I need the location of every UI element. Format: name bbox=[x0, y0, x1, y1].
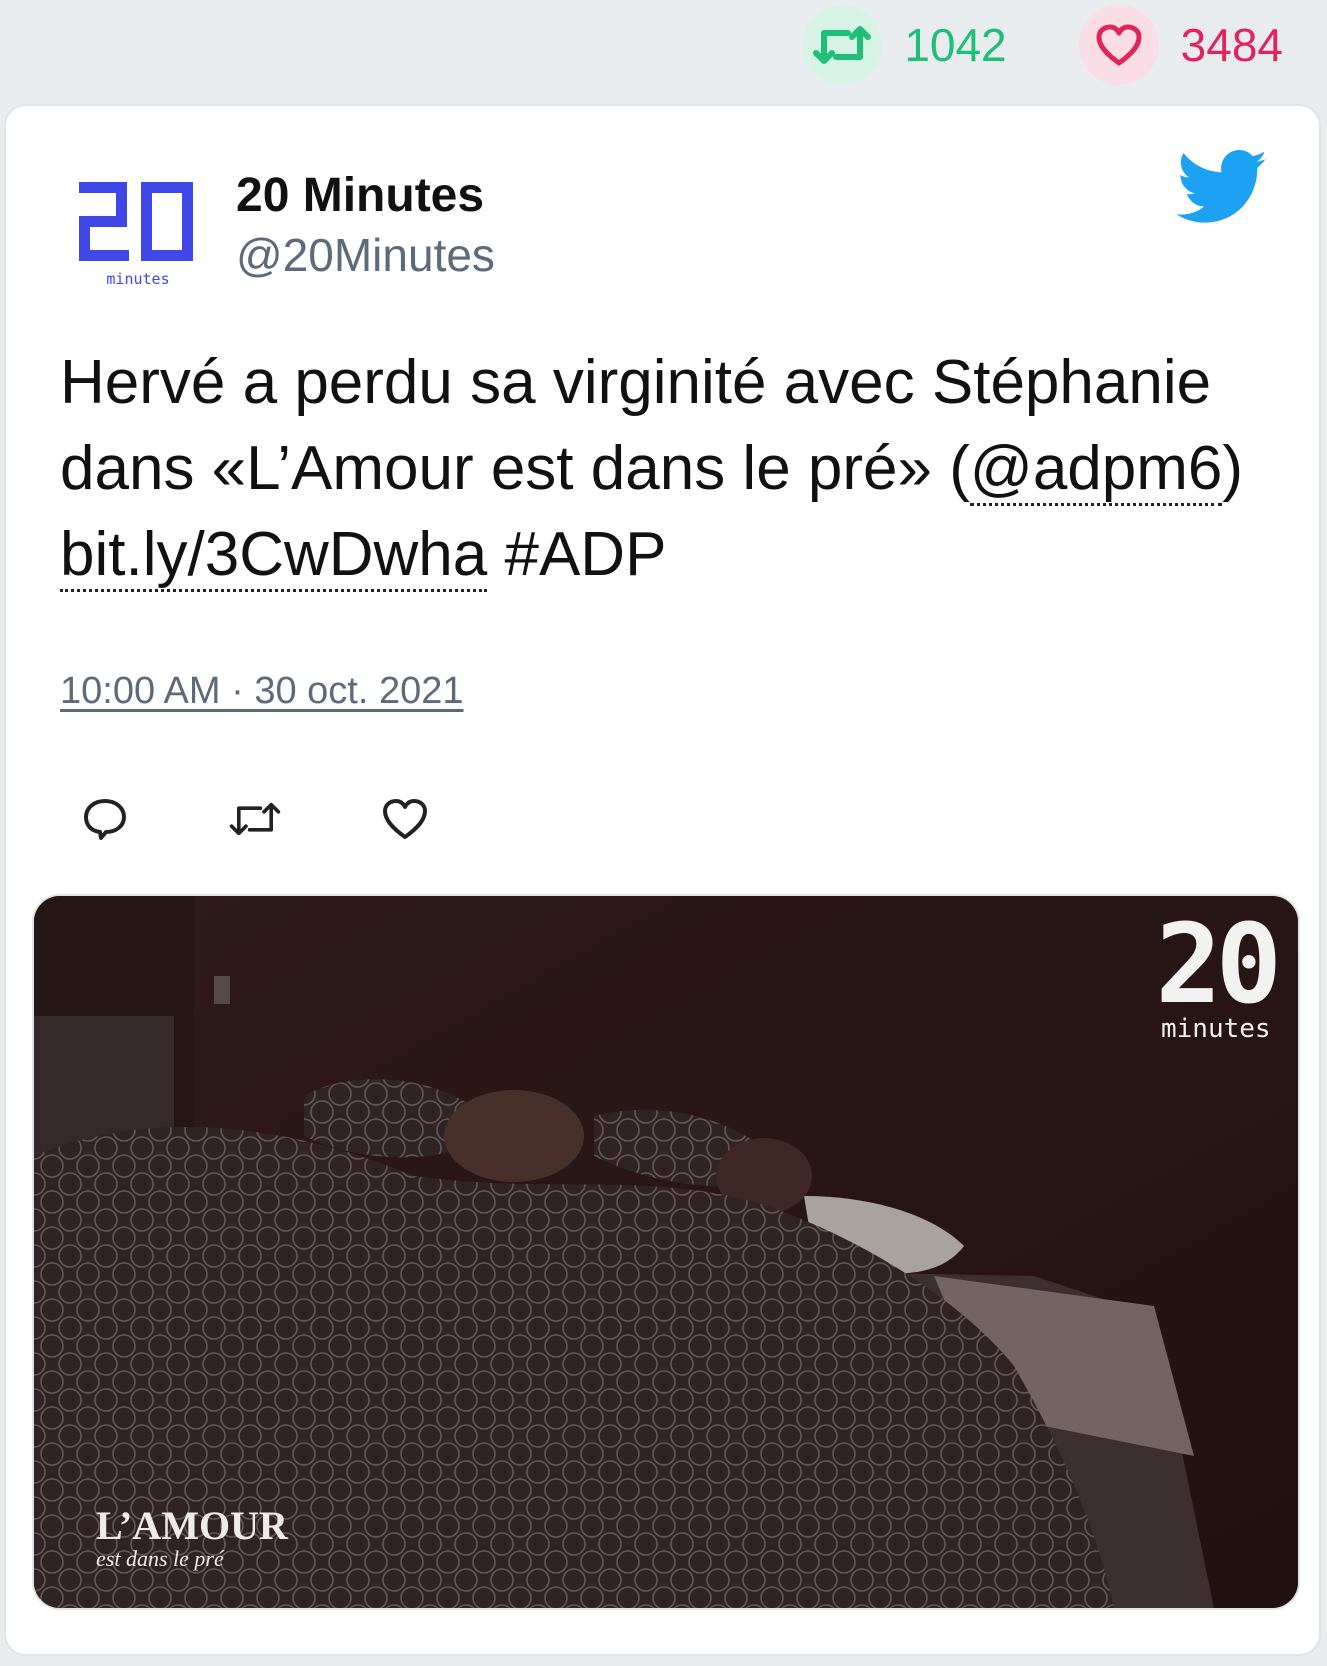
twitter-bird-icon[interactable] bbox=[1176, 150, 1269, 231]
engagement-stats: 1042 3484 bbox=[802, 0, 1327, 90]
tweet-media-image[interactable]: 20 minutes L’AMOUR est dans le pré bbox=[32, 894, 1300, 1610]
show-title: L’AMOUR bbox=[96, 1503, 288, 1548]
retweet-icon[interactable] bbox=[228, 792, 282, 846]
retweet-count[interactable]: 1042 bbox=[802, 5, 1007, 85]
avatar[interactable]: minutes bbox=[58, 156, 218, 316]
tweet-card: minutes 20 Minutes @20Minutes Hervé a pe… bbox=[4, 104, 1321, 1656]
reply-icon[interactable] bbox=[78, 792, 132, 846]
show-logo: L’AMOUR est dans le pré bbox=[96, 1506, 288, 1572]
watermark-digits: 20 bbox=[1155, 900, 1282, 1028]
twenty-minutes-logo-icon: minutes bbox=[79, 182, 193, 288]
hashtag[interactable]: #ADP bbox=[487, 520, 666, 589]
tweet-text: Hervé a perdu sa virginité avec Stéphani… bbox=[60, 340, 1280, 598]
tweet-text-part: ) bbox=[1222, 434, 1244, 503]
retweet-count-value: 1042 bbox=[904, 19, 1007, 71]
show-subtitle: est dans le pré bbox=[96, 1546, 224, 1571]
author-name[interactable]: 20 Minutes bbox=[236, 168, 484, 223]
author-handle[interactable]: @20Minutes bbox=[236, 228, 495, 282]
retweet-icon bbox=[802, 5, 883, 85]
tweet-actions bbox=[78, 792, 528, 846]
like-count-value: 3484 bbox=[1180, 19, 1283, 71]
heart-icon[interactable] bbox=[378, 792, 432, 846]
heart-icon bbox=[1078, 5, 1159, 85]
watermark-word: minutes bbox=[1160, 1014, 1271, 1044]
twenty-minutes-watermark: 20 minutes bbox=[1155, 900, 1282, 1044]
like-count[interactable]: 3484 bbox=[1078, 5, 1283, 85]
tweet-timestamp[interactable]: 10:00 AM · 30 oct. 2021 bbox=[60, 670, 464, 713]
mention-link[interactable]: @adpm6 bbox=[969, 434, 1223, 506]
bedroom-scene-image bbox=[34, 896, 1298, 1608]
short-url-link[interactable]: bit.ly/3CwDwha bbox=[60, 520, 488, 592]
svg-text:minutes: minutes bbox=[106, 270, 169, 288]
